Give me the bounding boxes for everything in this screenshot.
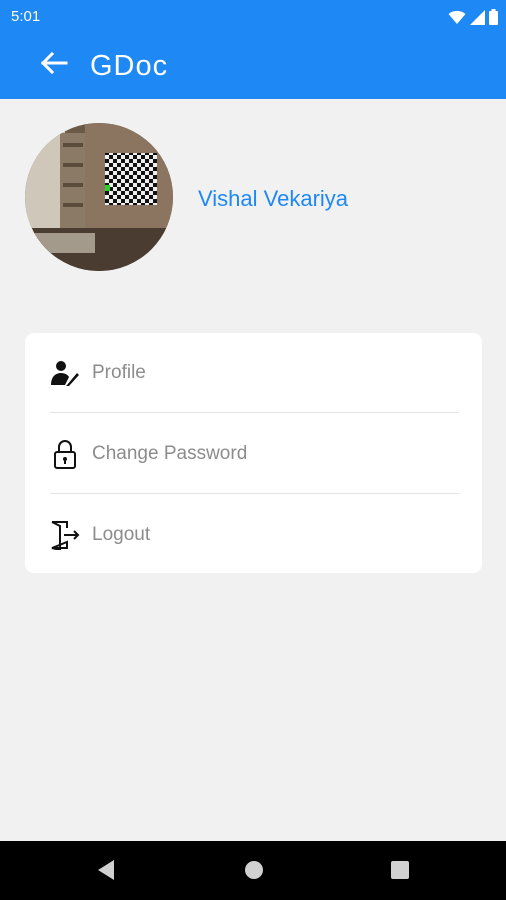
- navigation-bar: [0, 841, 506, 900]
- back-button[interactable]: [34, 47, 74, 83]
- nav-back-button[interactable]: [92, 858, 120, 886]
- status-time: 5:01: [11, 8, 41, 25]
- menu-item-change-password[interactable]: Change Password: [50, 414, 459, 494]
- user-edit-icon: [50, 357, 80, 389]
- signal-icon: [470, 10, 485, 25]
- logout-icon: [50, 519, 80, 551]
- arrow-left-icon: [40, 51, 68, 79]
- nav-home-button[interactable]: [240, 858, 268, 886]
- menu-item-logout[interactable]: Logout: [50, 495, 459, 575]
- status-icons: [448, 7, 498, 25]
- menu-item-label: Change Password: [92, 443, 248, 464]
- battery-icon: [489, 9, 498, 25]
- menu-item-label: Profile: [92, 362, 146, 383]
- home-circle-icon: [244, 860, 264, 885]
- menu-item-label: Logout: [92, 524, 151, 545]
- divider: [50, 493, 459, 494]
- user-name: Vishal Vekariya: [198, 186, 349, 211]
- avatar[interactable]: [25, 123, 173, 271]
- back-triangle-icon: [96, 859, 116, 886]
- recents-square-icon: [390, 860, 410, 885]
- status-bar: 5:01: [0, 0, 506, 33]
- menu-card: Profile Change Password Logout: [25, 333, 482, 573]
- divider: [50, 412, 459, 413]
- menu-item-profile[interactable]: Profile: [50, 333, 459, 413]
- lock-icon: [50, 438, 80, 470]
- nav-recents-button[interactable]: [386, 858, 414, 886]
- app-bar: GDoc: [0, 33, 506, 99]
- page-title: GDoc: [90, 50, 169, 82]
- wifi-icon: [448, 10, 466, 25]
